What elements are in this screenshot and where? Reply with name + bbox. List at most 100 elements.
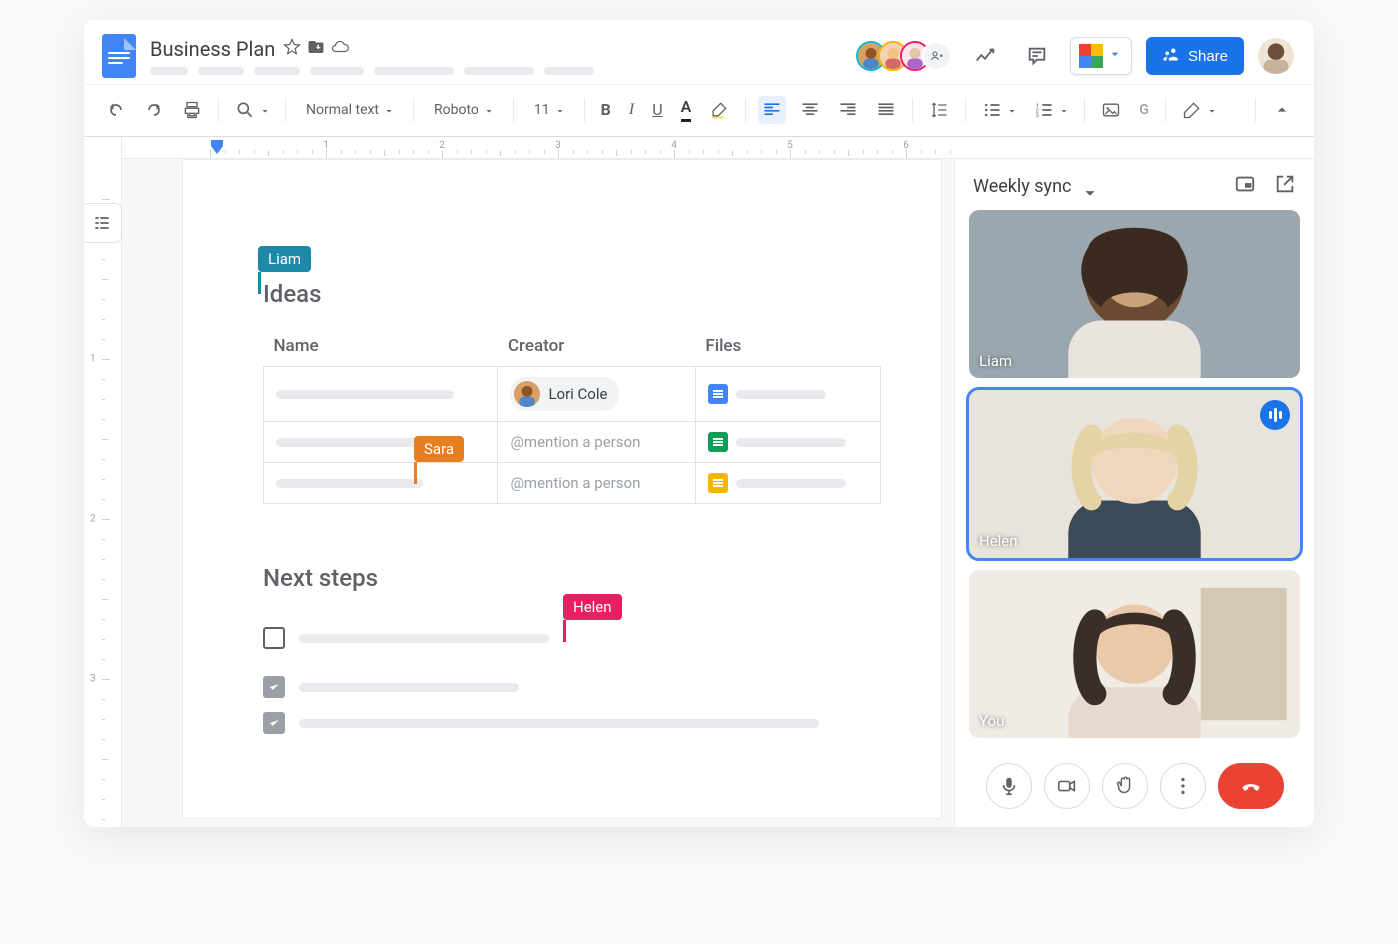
meet-title[interactable]: Weekly sync: [973, 176, 1071, 197]
document-page[interactable]: Liam Ideas Name Creator Files: [182, 159, 942, 819]
font-size-dropdown[interactable]: 11: [526, 98, 572, 122]
camera-button[interactable]: [1044, 763, 1090, 809]
zoom-dropdown[interactable]: [231, 96, 273, 124]
account-avatar[interactable]: [1258, 38, 1294, 74]
print-button[interactable]: [178, 96, 206, 124]
docs-logo-icon[interactable]: [102, 34, 136, 78]
heading-next-steps[interactable]: Next steps: [263, 564, 881, 592]
paragraph-style-dropdown[interactable]: Normal text: [298, 98, 401, 122]
font-family-dropdown[interactable]: Roboto: [426, 98, 501, 122]
insert-image-button[interactable]: [1097, 96, 1125, 124]
checkbox-checked-icon[interactable]: [263, 676, 285, 698]
video-tile-liam[interactable]: Liam: [969, 210, 1300, 378]
insert-link-button[interactable]: G: [1135, 98, 1153, 122]
highlight-color-button[interactable]: [705, 96, 733, 124]
document-title[interactable]: Business Plan: [150, 37, 275, 61]
mic-button[interactable]: [986, 763, 1032, 809]
chevron-down-icon[interactable]: [1079, 182, 1089, 192]
mention-placeholder[interactable]: @mention a person: [510, 474, 640, 492]
bullet-list-button[interactable]: [978, 96, 1020, 124]
tile-name-label: Helen: [979, 532, 1018, 550]
menu-bar[interactable]: [150, 67, 594, 75]
document-canvas[interactable]: Liam Ideas Name Creator Files: [122, 159, 954, 827]
meet-panel: Weekly sync: [954, 159, 1314, 827]
file-chip[interactable]: [708, 432, 868, 452]
undo-button[interactable]: [102, 96, 130, 124]
table-header-files: Files: [705, 336, 741, 356]
checklist-item[interactable]: Helen: [263, 614, 881, 662]
title-bar: Business Plan: [84, 20, 1314, 84]
indent-marker-icon[interactable]: [210, 139, 224, 155]
cursor-flag-helen: Helen: [563, 594, 622, 642]
activity-icon[interactable]: [966, 37, 1004, 75]
checklist-item[interactable]: [263, 676, 881, 698]
person-chip[interactable]: Lori Cole: [510, 377, 619, 411]
more-collaborators-icon[interactable]: [922, 41, 952, 71]
redo-button[interactable]: [140, 96, 168, 124]
underline-button[interactable]: U: [648, 96, 666, 123]
table-row[interactable]: @mention a person: [264, 463, 881, 504]
cloud-status-icon[interactable]: [331, 37, 349, 61]
svg-text:3: 3: [1036, 113, 1039, 119]
tile-name-label: You: [979, 712, 1004, 730]
cursor-flag-sara: Sara: [414, 436, 464, 484]
sheets-file-icon: [708, 432, 728, 452]
file-chip[interactable]: [708, 473, 868, 493]
line-spacing-button[interactable]: [925, 96, 953, 124]
collapse-toolbar-button[interactable]: [1268, 96, 1296, 124]
app-window: Business Plan: [84, 20, 1314, 827]
outline-toggle-button[interactable]: [84, 203, 122, 243]
text-color-button[interactable]: A: [677, 93, 696, 126]
share-button-label: Share: [1188, 48, 1228, 65]
share-button[interactable]: Share: [1146, 37, 1244, 75]
mention-placeholder[interactable]: @mention a person: [510, 433, 640, 451]
horizontal-ruler[interactable]: 123456: [122, 137, 1314, 159]
cursor-flag-liam: Liam: [258, 246, 311, 294]
numbered-list-button[interactable]: 123: [1030, 96, 1072, 124]
share-people-icon: [1162, 47, 1180, 65]
meet-logo-icon: [1079, 44, 1103, 68]
checklist[interactable]: Helen: [263, 614, 881, 734]
heading-ideas[interactable]: Ideas: [263, 280, 881, 308]
ideas-table[interactable]: Name Creator Files: [263, 336, 881, 504]
meet-controls: [955, 749, 1314, 827]
popout-icon[interactable]: [1274, 173, 1296, 200]
move-icon[interactable]: [307, 37, 325, 61]
raise-hand-button[interactable]: [1102, 763, 1148, 809]
vertical-ruler[interactable]: 123: [84, 159, 122, 827]
align-left-button[interactable]: [758, 96, 786, 124]
more-options-button[interactable]: [1160, 763, 1206, 809]
formatting-toolbar: Normal text Roboto 11 B I U A 123 G: [84, 84, 1314, 137]
checkbox-checked-icon[interactable]: [263, 712, 285, 734]
docs-file-icon: [708, 384, 728, 404]
collaborator-avatars[interactable]: [856, 41, 952, 71]
workspace: 123456 123 Liam: [84, 137, 1314, 827]
title-area: Business Plan: [150, 37, 594, 75]
meet-dropdown[interactable]: [1070, 37, 1132, 75]
video-tile-helen[interactable]: Helen: [969, 390, 1300, 558]
table-header-name: Name: [274, 336, 319, 356]
table-row[interactable]: Sara @mention a person: [264, 422, 881, 463]
bold-button[interactable]: B: [597, 96, 615, 123]
comments-icon[interactable]: [1018, 37, 1056, 75]
align-right-button[interactable]: [834, 96, 862, 124]
align-center-button[interactable]: [796, 96, 824, 124]
checklist-item[interactable]: [263, 712, 881, 734]
table-header-creator: Creator: [508, 336, 564, 356]
video-tiles: Liam: [955, 210, 1314, 749]
picture-in-picture-icon[interactable]: [1234, 173, 1256, 200]
star-icon[interactable]: [283, 37, 301, 61]
chevron-down-icon: [1107, 46, 1123, 66]
slides-file-icon: [708, 473, 728, 493]
file-chip[interactable]: [708, 384, 868, 404]
table-row[interactable]: Lori Cole: [264, 367, 881, 422]
speaking-indicator-icon: [1260, 400, 1290, 430]
video-tile-you[interactable]: You: [969, 570, 1300, 738]
italic-button[interactable]: I: [625, 97, 638, 123]
align-justify-button[interactable]: [872, 96, 900, 124]
checkbox-unchecked-icon[interactable]: [263, 627, 285, 649]
end-call-button[interactable]: [1218, 763, 1284, 809]
collaborators-row: Share: [856, 37, 1294, 75]
editing-mode-button[interactable]: [1178, 96, 1220, 124]
tile-name-label: Liam: [979, 352, 1012, 370]
